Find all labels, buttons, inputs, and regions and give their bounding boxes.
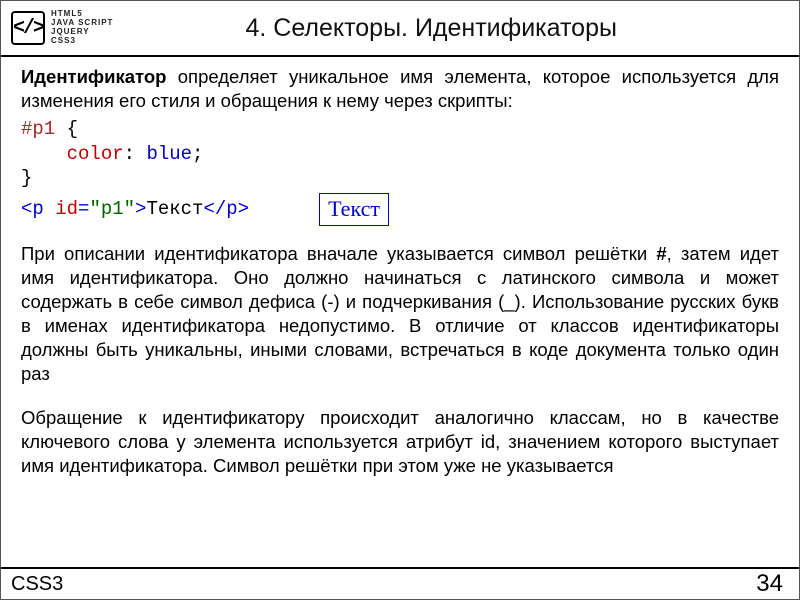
code-selector: #p1 <box>21 118 55 140</box>
code-attr: id <box>55 198 78 220</box>
intro-paragraph: Идентификатор определяет уникальное имя … <box>21 65 779 113</box>
html-example-row: <p id="p1">Текст</p> Текст <box>21 195 779 226</box>
footer-left: CSS3 <box>11 573 756 596</box>
code-brace-open: { <box>55 118 78 140</box>
logo: </> HTML5 JAVA SCRIPT JQUERY CSS3 <box>11 10 113 45</box>
intro-lead: Идентификатор <box>21 66 166 87</box>
page-number: 34 <box>756 570 783 598</box>
rendered-example: Текст <box>319 193 389 226</box>
logo-text: HTML5 JAVA SCRIPT JQUERY CSS3 <box>51 10 113 45</box>
code-eq: = <box>78 198 89 220</box>
code-tag-open-1: <p <box>21 198 55 220</box>
slide-footer: CSS3 34 <box>1 567 799 599</box>
para2-a: При описании идентификатора вначале указ… <box>21 243 656 264</box>
code-brace-close: } <box>21 167 32 189</box>
css-code-block: #p1 { color: blue; } <box>21 117 779 191</box>
slide-header: </> HTML5 JAVA SCRIPT JQUERY CSS3 4. Сел… <box>1 1 799 57</box>
para2-b: , затем идет имя идентификатора. Оно дол… <box>21 243 779 384</box>
html-code-block: <p id="p1">Текст</p> <box>21 197 249 222</box>
spacer-2 <box>21 390 779 406</box>
code-indent <box>21 143 67 165</box>
logo-line-4: CSS3 <box>51 37 113 46</box>
code-value: blue <box>146 143 192 165</box>
para2-hash: # <box>656 243 666 264</box>
code-colon: : <box>124 143 147 165</box>
paragraph-2: При описании идентификатора вначале указ… <box>21 242 779 386</box>
code-property: color <box>67 143 124 165</box>
slide-title: 4. Селекторы. Идентификаторы <box>113 14 789 43</box>
code-inner-text: Текст <box>146 198 203 220</box>
code-semi: ; <box>192 143 203 165</box>
paragraph-3: Обращение к идентификатору происходит ан… <box>21 406 779 478</box>
code-icon: </> <box>11 11 45 45</box>
spacer <box>21 226 779 242</box>
code-tag-open-2: > <box>135 198 146 220</box>
code-tag-close: </p> <box>203 198 249 220</box>
slide: </> HTML5 JAVA SCRIPT JQUERY CSS3 4. Сел… <box>0 0 800 600</box>
code-attr-value: "p1" <box>89 198 135 220</box>
slide-content: Идентификатор определяет уникальное имя … <box>1 57 799 478</box>
